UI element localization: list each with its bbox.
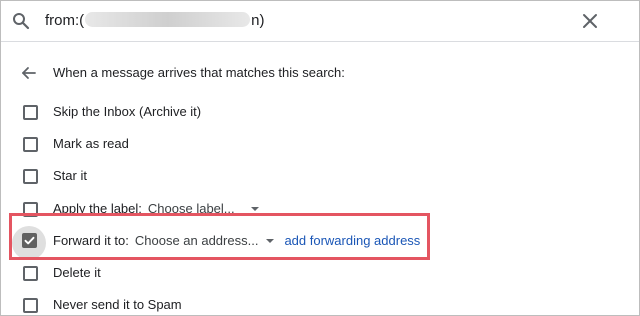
close-icon[interactable]: [582, 13, 598, 29]
option-star: Star it: [1, 164, 639, 188]
star-checkbox[interactable]: [23, 169, 38, 184]
option-skip-inbox: Skip the Inbox (Archive it): [1, 100, 639, 124]
search-query-suffix: n): [251, 12, 265, 29]
search-query[interactable]: from:( n): [45, 12, 265, 29]
search-bar[interactable]: from:( n): [1, 1, 639, 42]
skip-inbox-label[interactable]: Skip the Inbox (Archive it): [53, 104, 201, 119]
delete-label[interactable]: Delete it: [53, 265, 101, 280]
highlight-box: [9, 213, 430, 260]
star-label[interactable]: Star it: [53, 168, 87, 183]
option-mark-read: Mark as read: [1, 132, 639, 156]
never-spam-label[interactable]: Never send it to Spam: [53, 297, 182, 312]
chevron-down-icon: [250, 206, 259, 211]
skip-inbox-checkbox[interactable]: [23, 105, 38, 120]
mark-read-label[interactable]: Mark as read: [53, 136, 129, 151]
option-never-spam: Never send it to Spam: [1, 293, 639, 315]
criteria-heading: When a message arrives that matches this…: [53, 65, 345, 80]
mark-read-checkbox[interactable]: [23, 137, 38, 152]
redacted-email: [85, 12, 251, 28]
arrow-back-icon[interactable]: [21, 65, 37, 81]
back-row: When a message arrives that matches this…: [1, 61, 639, 85]
never-spam-checkbox[interactable]: [23, 298, 38, 313]
delete-checkbox[interactable]: [23, 266, 38, 281]
search-query-prefix: from:(: [45, 12, 85, 29]
option-delete: Delete it: [1, 261, 639, 285]
search-icon[interactable]: [12, 12, 30, 30]
filter-dialog: from:( n) When a message arrives that mat…: [0, 0, 640, 316]
